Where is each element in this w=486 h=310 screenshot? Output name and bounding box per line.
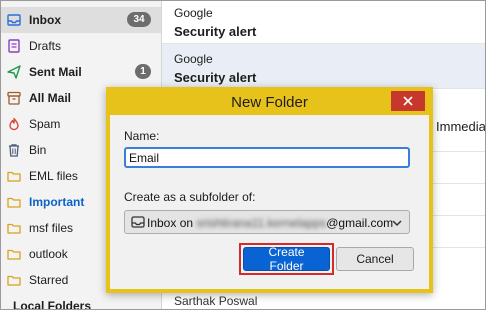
- sent-icon: [6, 64, 22, 80]
- mail-client-window: Inbox 34 Drafts Sent Mail 1 All Mail Spa…: [0, 0, 486, 310]
- archive-icon: [6, 90, 22, 106]
- sidebar-item-label: Inbox: [29, 13, 61, 27]
- sidebar-item-label: Spam: [29, 117, 61, 131]
- create-folder-button[interactable]: Create Folder: [243, 245, 330, 273]
- inbox-icon: [6, 12, 22, 28]
- sidebar-item-label: Bin: [29, 143, 47, 157]
- folder-icon: [6, 194, 22, 210]
- chevron-down-icon: [391, 217, 403, 229]
- blurred-account-name: srishtirana11.kernelapps: [196, 216, 327, 230]
- name-label: Name:: [124, 129, 160, 143]
- close-button[interactable]: [391, 91, 425, 111]
- sidebar-item-label: Local Folders: [13, 299, 92, 310]
- sidebar-item-inbox[interactable]: Inbox 34: [1, 7, 161, 33]
- spam-icon: [6, 116, 22, 132]
- sidebar-item-label: outlook: [29, 247, 68, 261]
- message-preview-text: Immedia: [436, 119, 486, 134]
- unread-count-badge: 34: [127, 12, 151, 27]
- dialog-title: New Folder: [231, 94, 308, 111]
- sidebar-item-drafts[interactable]: Drafts: [1, 33, 161, 59]
- message-row[interactable]: Google Security alert: [162, 1, 485, 44]
- sidebar-item-label: Sent Mail: [29, 65, 82, 79]
- message-subject: Security alert: [174, 24, 257, 39]
- inbox-icon: [131, 215, 145, 229]
- sidebar-item-label: EML files: [29, 169, 78, 183]
- folder-icon: [6, 220, 22, 236]
- dialog-titlebar: New Folder: [110, 91, 429, 115]
- cancel-button[interactable]: Cancel: [336, 247, 414, 271]
- message-sender: Google: [174, 6, 213, 20]
- message-row[interactable]: Google Security alert: [162, 44, 485, 89]
- unread-count-badge: 1: [135, 64, 151, 79]
- subfolder-label: Create as a subfolder of:: [124, 190, 256, 204]
- sidebar-item-label: All Mail: [29, 91, 72, 105]
- trash-icon: [6, 142, 22, 158]
- folder-icon: [6, 168, 22, 184]
- sidebar-item-label: msf files: [29, 221, 74, 235]
- folder-icon: [6, 246, 22, 262]
- folder-name-input[interactable]: [124, 147, 410, 168]
- parent-folder-prefix: Inbox on: [147, 216, 194, 230]
- message-sender: Sarthak Poswal: [174, 294, 258, 308]
- sidebar-item-label: Starred: [29, 273, 69, 287]
- folder-icon: [6, 272, 22, 288]
- message-sender: Google: [174, 52, 213, 66]
- message-subject: Security alert: [174, 70, 257, 85]
- sidebar-item-label: Drafts: [29, 39, 62, 53]
- sidebar-item-label: Important: [29, 195, 85, 209]
- account-domain: @gmail.com: [326, 216, 394, 230]
- new-folder-dialog: New Folder Name: Create as a subfolder o…: [106, 87, 433, 293]
- drafts-icon: [6, 38, 22, 54]
- parent-folder-select[interactable]: Inbox on srishtirana11.kernelapps@gmail.…: [124, 210, 410, 234]
- sidebar-item-sent-mail[interactable]: Sent Mail 1: [1, 59, 161, 85]
- sidebar-item-local-folders[interactable]: Local Folders: [1, 293, 161, 310]
- close-icon: [403, 96, 413, 106]
- parent-folder-value: Inbox on srishtirana11.kernelapps@gmail.…: [147, 216, 393, 230]
